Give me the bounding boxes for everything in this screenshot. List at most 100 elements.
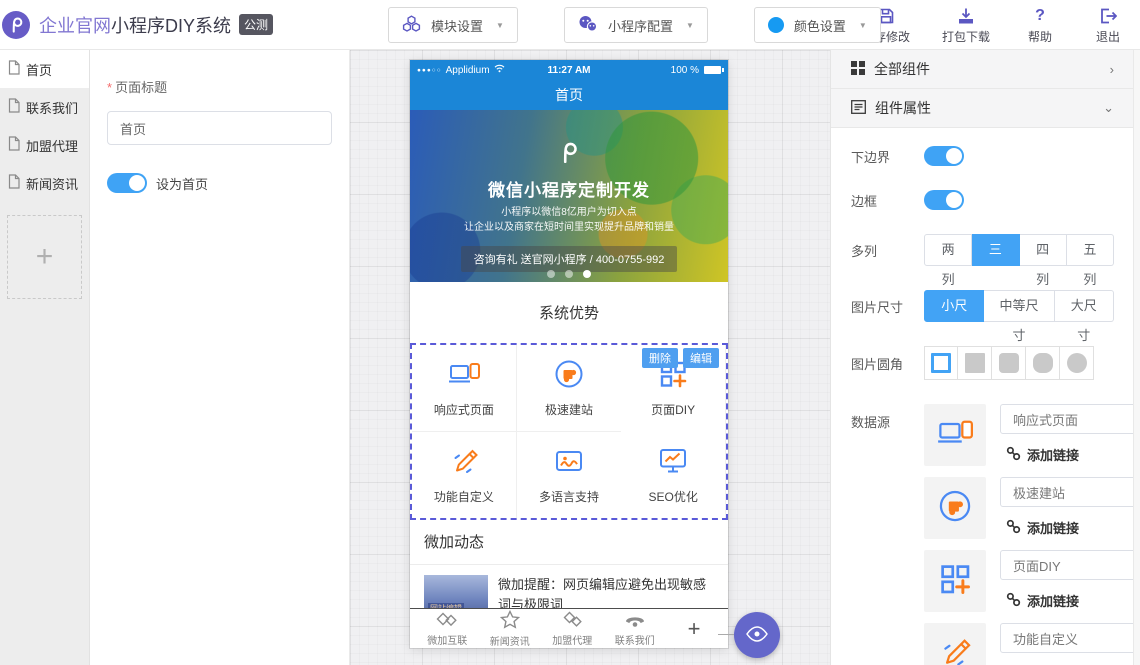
prop-row-image-size: 图片尺寸 小尺寸 中等尺寸 大尺寸 — [851, 290, 1114, 322]
add-link-button[interactable]: 添加链接 — [1000, 517, 1085, 538]
radius-option-rounded-sm[interactable] — [992, 346, 1026, 380]
grid-cell-custom[interactable]: 功能自定义 — [412, 432, 517, 519]
radius-option-none-selected[interactable] — [924, 346, 958, 380]
radius-option-rounded-lg[interactable] — [1026, 346, 1060, 380]
diamonds-icon — [436, 612, 458, 631]
prop-row-columns: 多列 两列 三列 四列 五列 — [851, 234, 1114, 266]
download-button[interactable]: 打包下载 — [936, 6, 996, 46]
grid-cell-speed[interactable]: 极速建站 — [517, 345, 622, 432]
clock-label: 11:27 AM — [548, 65, 591, 76]
custom-function-icon — [448, 445, 480, 480]
sidebar-item-news[interactable]: 新闻资讯 — [0, 164, 89, 202]
phone-preview: ●●●○○ Applidium 11:27 AM 100 % — [410, 60, 728, 648]
datasource-image-picker[interactable] — [924, 550, 986, 612]
components-grid-icon — [851, 61, 865, 78]
all-components-header[interactable]: 全部组件 › — [831, 50, 1134, 89]
sidebar-item-home[interactable]: 首页 — [0, 50, 89, 88]
download-icon — [957, 7, 975, 25]
tab-agent[interactable]: 加盟代理 — [541, 609, 604, 648]
miniprogram-config-dropdown[interactable]: 小程序配置 ▼ — [564, 7, 708, 43]
page-settings-panel: *页面标题 设为首页 — [90, 50, 350, 665]
banner-subline-2: 让企业以及商家在短时间里实现提升品牌和销量 — [410, 220, 728, 235]
modules-icon — [402, 15, 421, 36]
carousel-dots — [410, 270, 728, 278]
preview-button[interactable] — [734, 612, 780, 658]
edit-module-button[interactable]: 编辑 — [683, 348, 719, 368]
module-settings-dropdown[interactable]: 模块设置 ▼ — [388, 7, 518, 43]
delete-module-button[interactable]: 删除 — [642, 348, 678, 368]
color-settings-dropdown[interactable]: 颜色设置 ▼ — [754, 7, 881, 43]
prop-row-image-radius: 图片圆角 — [851, 346, 1114, 380]
datasource-image-picker[interactable] — [924, 477, 986, 539]
module-action-badges: 删除 编辑 — [642, 348, 719, 368]
add-link-button[interactable]: 添加链接 — [1000, 444, 1085, 465]
component-props-header[interactable]: 组件属性 ⌄ — [831, 89, 1134, 128]
datasource-image-picker[interactable] — [924, 404, 986, 466]
border-toggle[interactable] — [924, 190, 964, 210]
size-medium[interactable]: 中等尺寸 — [984, 290, 1054, 322]
banner-heading: 微信小程序定制开发 — [410, 176, 728, 201]
eye-icon — [745, 626, 769, 645]
chevron-down-icon: ▼ — [859, 21, 867, 30]
datasource-title-input[interactable] — [1000, 477, 1134, 507]
size-small-selected[interactable]: 小尺寸 — [924, 290, 984, 322]
app-title: 企业官网小程序DIY系统 — [39, 12, 231, 38]
phone-icon — [624, 612, 646, 631]
datasource-title-input[interactable] — [1000, 550, 1134, 580]
advantages-grid-module[interactable]: 删除 编辑 响应式页面 — [410, 343, 728, 520]
set-home-label: 设为首页 — [156, 174, 208, 193]
grid-cell-multilang[interactable]: 多语言支持 — [517, 432, 622, 519]
add-link-button[interactable]: 添加链接 — [1000, 590, 1085, 611]
page-icon — [7, 60, 21, 78]
columns-option-3-selected[interactable]: 三列 — [972, 234, 1019, 266]
sidebar-item-contact[interactable]: 联系我们 — [0, 88, 89, 126]
tags-icon — [563, 611, 582, 631]
banner-logo-icon — [410, 138, 728, 171]
datasource-image-picker[interactable] — [924, 623, 986, 665]
size-large[interactable]: 大尺寸 — [1055, 290, 1114, 322]
page-icon — [7, 136, 21, 154]
help-button[interactable]: ? 帮助 — [1016, 6, 1064, 46]
wifi-icon — [494, 64, 505, 76]
banner-contact-pill: 咨询有礼 送官网小程序 / 400-0755-992 — [461, 246, 678, 272]
carousel-dot-active[interactable] — [583, 270, 591, 278]
battery-indicator: 100 % — [671, 65, 721, 76]
page-title-input[interactable] — [107, 111, 332, 145]
tabbar-add-button[interactable]: + — [666, 615, 722, 643]
phone-tabbar: 微加互联 新闻资讯 — [410, 608, 728, 648]
tab-contact[interactable]: 联系我们 — [604, 610, 667, 648]
radius-option-square[interactable] — [958, 346, 992, 380]
exit-icon — [1099, 7, 1117, 25]
sidebar-item-agent[interactable]: 加盟代理 — [0, 126, 89, 164]
grid-cell-seo[interactable]: SEO优化 — [621, 432, 726, 519]
tab-news[interactable]: 新闻资讯 — [479, 608, 542, 648]
set-home-toggle[interactable] — [107, 173, 147, 193]
help-icon: ? — [1035, 7, 1045, 25]
image-radius-options — [924, 346, 1094, 380]
advantages-title: 系统优势 — [410, 282, 728, 343]
link-icon — [1006, 446, 1021, 464]
main-area: 首页 联系我们 加盟代理 — [0, 50, 1140, 665]
inspector-scrollbar[interactable] — [1133, 50, 1140, 665]
carousel-dot[interactable] — [565, 270, 573, 278]
columns-option-2[interactable]: 两列 — [924, 234, 972, 266]
exit-button[interactable]: 退出 — [1084, 6, 1132, 46]
page-icon — [7, 174, 21, 192]
tab-weijia[interactable]: 微加互联 — [416, 610, 479, 648]
carousel-dot[interactable] — [547, 270, 555, 278]
link-icon — [1006, 592, 1021, 610]
columns-option-5[interactable]: 五列 — [1067, 234, 1114, 266]
add-page-button[interactable]: + — [7, 215, 82, 299]
bottom-border-toggle[interactable] — [924, 146, 964, 166]
radius-option-circle[interactable] — [1060, 346, 1094, 380]
datasource-title-input[interactable] — [1000, 623, 1134, 653]
signal-dots-icon: ●●●○○ — [417, 67, 442, 74]
datasource-title-input[interactable] — [1000, 404, 1134, 434]
app-logo-icon — [2, 11, 30, 39]
design-canvas: ●●●○○ Applidium 11:27 AM 100 % — [350, 50, 830, 665]
columns-option-4[interactable]: 四列 — [1020, 234, 1067, 266]
banner-module[interactable]: 微信小程序定制开发 小程序以微信8亿用户为切入点 让企业以及商家在短时间里实现提… — [410, 110, 728, 282]
grid-cell-responsive[interactable]: 响应式页面 — [412, 345, 517, 432]
datasource-item: 添加链接 — [924, 623, 1134, 665]
datasource-item: 添加链接 — [924, 550, 1134, 612]
